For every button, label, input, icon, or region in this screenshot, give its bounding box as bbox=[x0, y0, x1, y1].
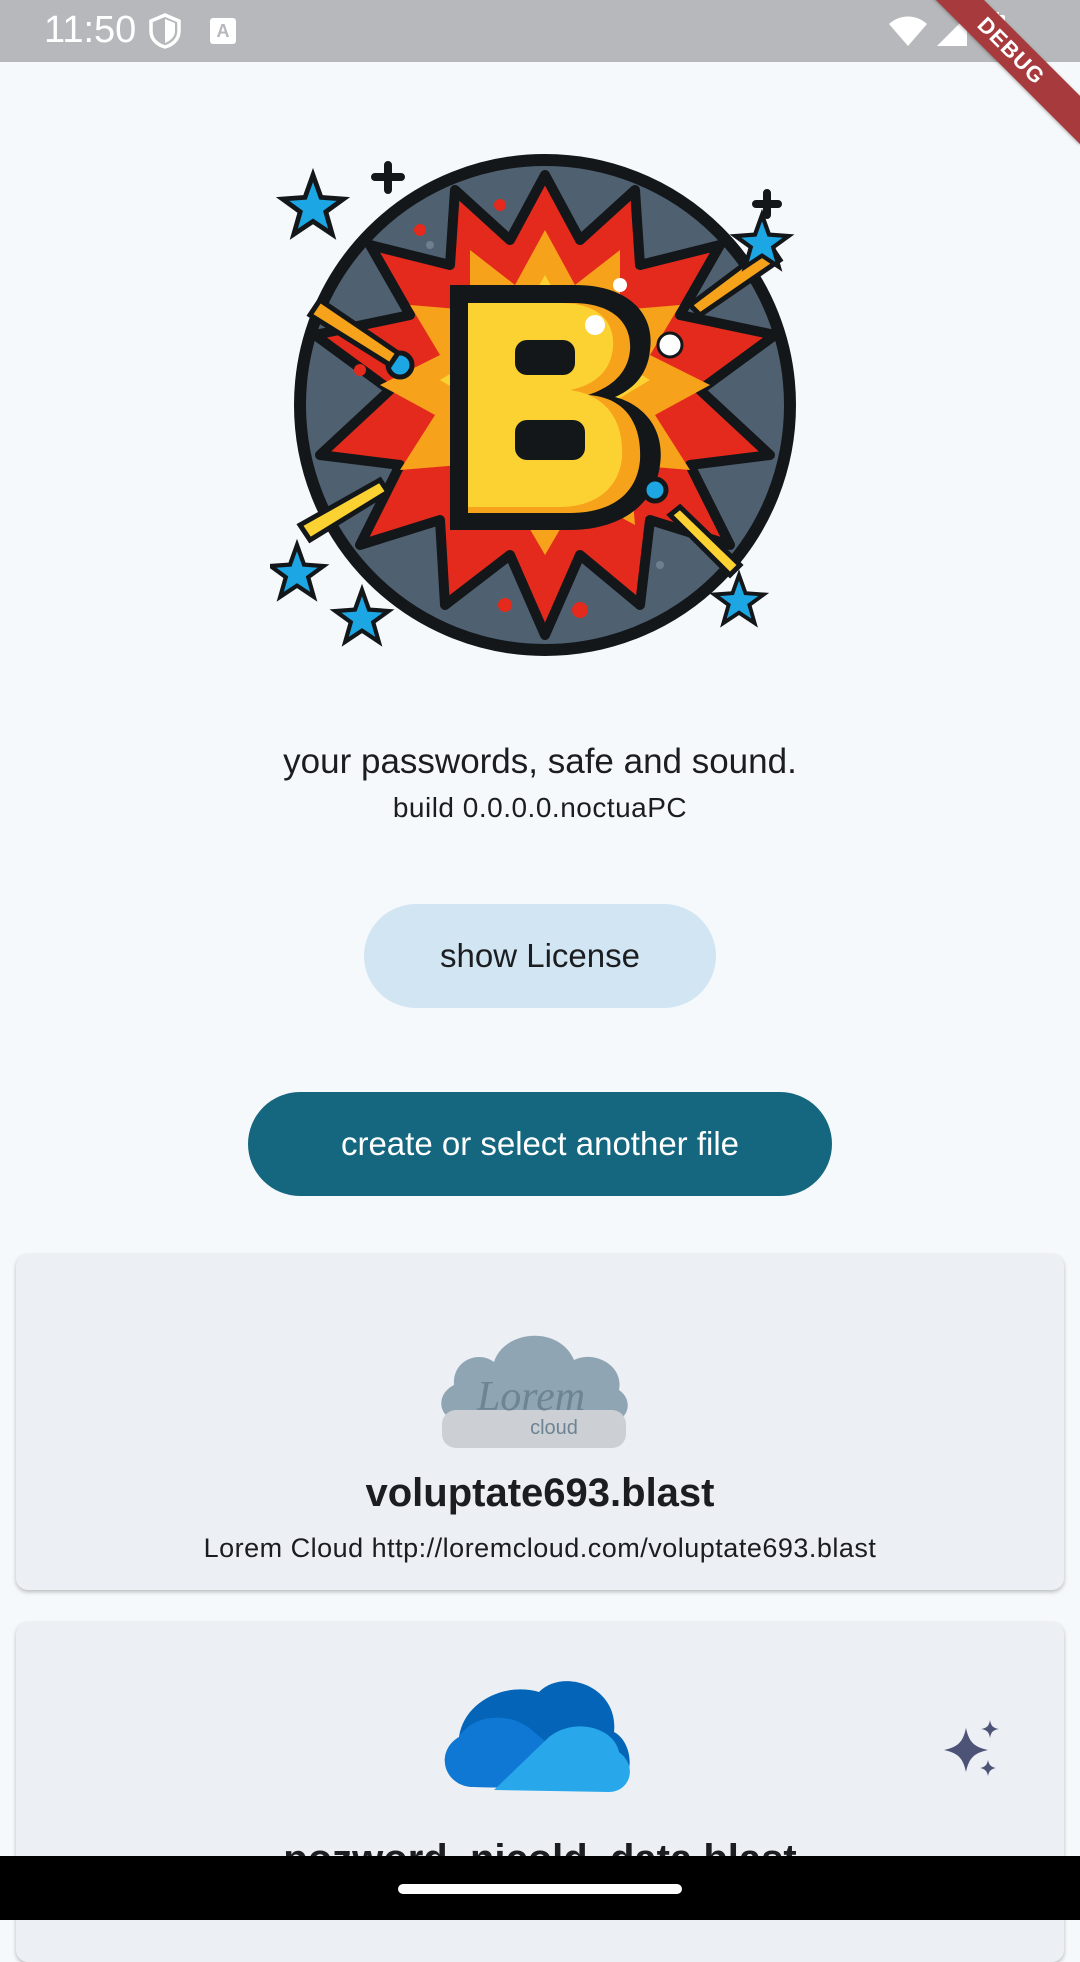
file-detail: Lorem Cloud http://loremcloud.com/volupt… bbox=[203, 1533, 877, 1563]
app-logo bbox=[270, 154, 796, 656]
tagline: your passwords, safe and sound. bbox=[283, 742, 797, 781]
file-card[interactable]: Lorem cloud voluptate693.blast Lorem Clo… bbox=[16, 1254, 1064, 1590]
status-bar: 11:50 A DEBUG bbox=[0, 0, 1080, 145]
lorem-cloud-logo-text: Lorem bbox=[476, 1374, 585, 1420]
navigation-bar bbox=[0, 1856, 1080, 1920]
file-name: voluptate693.blast bbox=[365, 1471, 715, 1515]
home-gesture-handle[interactable] bbox=[398, 1884, 682, 1894]
wifi-icon bbox=[889, 16, 927, 46]
sparkle-icon[interactable] bbox=[942, 1720, 1002, 1780]
status-time: 11:50 bbox=[44, 9, 137, 51]
lorem-cloud-icon: Lorem cloud bbox=[441, 1335, 628, 1448]
create-or-select-file-button[interactable]: create or select another file bbox=[248, 1092, 832, 1196]
lorem-cloud-logo-subtext: cloud bbox=[530, 1417, 578, 1439]
shield-icon bbox=[149, 13, 181, 49]
onedrive-cloud-icon bbox=[444, 1681, 630, 1792]
build-version: build 0.0.0.0.noctuaPC bbox=[392, 792, 688, 823]
show-license-button[interactable]: show License bbox=[364, 904, 716, 1008]
keyboard-badge-icon: A bbox=[210, 18, 236, 44]
